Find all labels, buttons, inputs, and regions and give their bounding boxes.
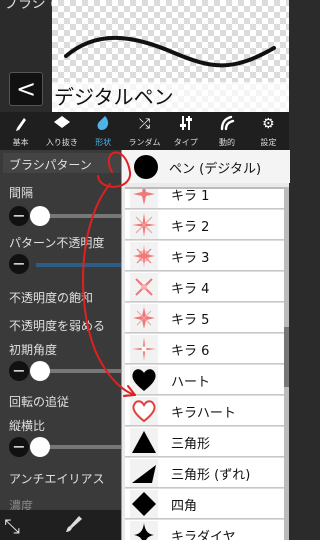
spacing-decrease-button[interactable]: − [9, 206, 29, 226]
tab-basic[interactable]: 基本 [0, 112, 41, 150]
brush-pattern-label: ブラシパターン [9, 158, 92, 172]
aspect-ratio-slider-knob[interactable] [30, 437, 50, 457]
spacing-slider-track[interactable] [40, 214, 121, 218]
list-item[interactable]: ハート [125, 365, 287, 395]
list-item-label: キラ 6 [171, 344, 210, 359]
tab-settings[interactable]: ⚙ 設定 [248, 112, 289, 150]
pen-circle-icon [132, 153, 160, 181]
initial-angle-slider-knob[interactable] [30, 361, 50, 381]
selected-pattern-label: ペン (デジタル) [169, 162, 262, 177]
list-item-label: ハート [171, 375, 211, 390]
spacing-label: 間隔 [9, 186, 34, 200]
sparkle-icon [130, 211, 158, 239]
list-item-label: キラ 3 [171, 251, 210, 266]
transform-tool-icon[interactable]: ⤡ [4, 514, 20, 538]
spacing-slider-knob[interactable] [30, 206, 50, 226]
initial-angle-decrease-button[interactable]: − [9, 361, 29, 381]
brush-name: デジタルペン [52, 82, 289, 112]
sparkle-icon [130, 304, 158, 332]
pattern-opacity-decrease-button[interactable]: − [9, 254, 29, 274]
initial-angle-label: 初期角度 [9, 343, 58, 357]
list-item-label: キラハート [171, 406, 236, 421]
pattern-opacity-label: パターン不透明度 [9, 236, 105, 250]
list-item[interactable]: キラ 6 [125, 334, 287, 364]
tab-label: 設定 [260, 138, 277, 147]
list-item-label: キラ 5 [171, 313, 210, 328]
tab-label: ランダム [128, 138, 161, 147]
list-item[interactable]: キラ 3 [125, 241, 287, 271]
list-item[interactable]: 四角 [125, 489, 287, 519]
sparkle-icon [130, 189, 158, 208]
list-item-label: 四角 [171, 499, 198, 514]
diamond-icon [41, 115, 82, 133]
list-item[interactable]: キラ 4 [125, 272, 287, 302]
tab-random[interactable]: ⤮ ランダム [124, 112, 165, 150]
sparkle-icon [130, 273, 158, 301]
selected-pattern-row[interactable]: ペン (デジタル) [122, 150, 290, 183]
diamond-sparkle-icon [130, 521, 158, 540]
list-item-label: キラ 4 [171, 282, 210, 297]
list-item[interactable]: キラ 5 [125, 303, 287, 333]
list-item-label: キラダイヤ [171, 530, 236, 540]
scrollbar-thumb[interactable] [284, 327, 289, 387]
antialias-label: アンチエイリアス [9, 472, 105, 486]
heart-icon [130, 366, 158, 394]
shuffle-icon: ⤮ [138, 116, 151, 132]
drop-icon [83, 115, 124, 133]
triangle-icon [130, 428, 158, 456]
skewed-triangle-icon [130, 459, 158, 487]
rotation-follow-label: 回転の追従 [9, 395, 70, 409]
tab-dynamics[interactable]: 動的 [206, 112, 247, 150]
aspect-ratio-decrease-button[interactable]: − [9, 437, 29, 457]
pattern-opacity-slider-track[interactable] [36, 263, 121, 267]
tab-taper[interactable]: 入り抜き [41, 112, 82, 150]
opacity-saturation-label: 不透明度の飽和 [9, 291, 94, 305]
gear-icon: ⚙ [262, 116, 275, 132]
list-item[interactable]: 三角形 [125, 427, 287, 457]
aspect-ratio-slider-track[interactable] [40, 445, 121, 449]
square-icon [130, 490, 158, 518]
tab-bar: 基本 入り抜き 形状 ⤮ ランダム タイプ 動的 ⚙ 設定 [0, 112, 289, 150]
tab-label: 基本 [12, 138, 29, 147]
list-item[interactable]: 三角形 (ずれ) [125, 458, 287, 488]
tab-type[interactable]: タイプ [165, 112, 206, 150]
tab-label: 形状 [95, 138, 112, 147]
brush-tool-icon[interactable] [64, 514, 84, 539]
dynamics-icon [206, 115, 247, 133]
sparkle-icon [130, 335, 158, 363]
pattern-list: キラ 1 キラ 2 キラ 3 キラ 4 キラ 5 キラ 6 ハート キラハート … [125, 187, 287, 540]
list-item[interactable]: キラ 1 [125, 189, 287, 209]
list-item[interactable]: キラハート [125, 396, 287, 426]
opacity-strengthen-label: 不透明度を弱める [9, 319, 106, 333]
tab-shape[interactable]: 形状 [83, 112, 124, 150]
list-item[interactable]: キラ 2 [125, 210, 287, 240]
list-item-label: キラ 1 [171, 189, 210, 204]
tab-label: 入り抜き [45, 138, 78, 147]
heart-outline-icon [130, 397, 158, 425]
back-button[interactable]: < [9, 72, 43, 106]
tab-label: 動的 [219, 138, 236, 147]
sliders-icon [165, 115, 206, 133]
aspect-ratio-label: 縦横比 [9, 419, 46, 433]
list-item-label: 三角形 (ずれ) [171, 468, 251, 483]
pen-icon [0, 115, 41, 133]
tab-label: タイプ [173, 138, 198, 147]
list-item-label: 三角形 [171, 437, 211, 452]
list-item-label: キラ 2 [171, 220, 210, 235]
list-item[interactable]: キラダイヤ [125, 520, 287, 540]
pattern-list-scrollbar[interactable] [284, 187, 289, 540]
brush-pattern-dropdown: ペン (デジタル) キラ 1 キラ 2 キラ 3 キラ 4 キラ 5 キラ 6 … [121, 150, 290, 540]
sparkle-icon [130, 242, 158, 270]
initial-angle-slider-track[interactable] [40, 369, 121, 373]
